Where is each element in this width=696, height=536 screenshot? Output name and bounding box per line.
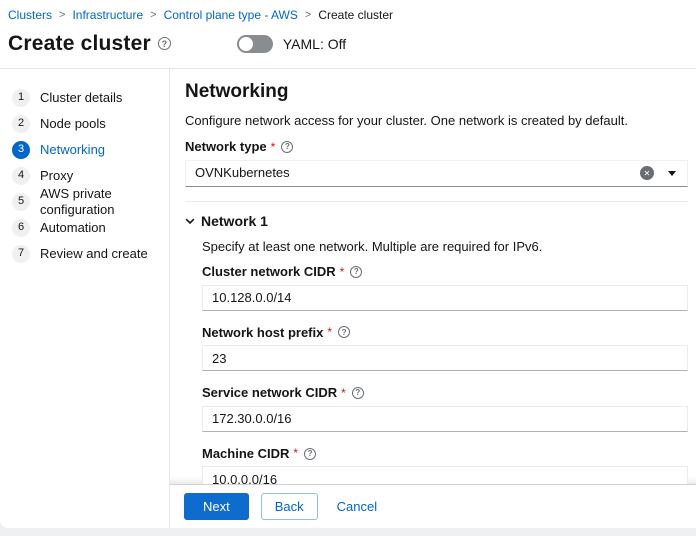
step-label: Networking — [40, 141, 106, 157]
required-marker: * — [327, 325, 333, 340]
breadcrumb-separator: > — [59, 8, 66, 21]
create-cluster-wizard: Clusters > Infrastructure > Control plan… — [0, 0, 696, 528]
wizard-step-node-pools[interactable]: 2 Node pools — [0, 111, 169, 137]
breadcrumb-link-control-plane-type[interactable]: Control plane type - AWS — [164, 8, 298, 22]
wizard-step-automation[interactable]: 6 Automation — [0, 215, 169, 241]
network-type-help-icon[interactable]: ? — [281, 140, 294, 153]
page-background-strip — [0, 528, 696, 536]
cluster-network-cidr-input[interactable] — [202, 284, 688, 311]
service-network-cidr-group: Service network CIDR * ? — [202, 385, 688, 432]
network-1-hint: Specify at least one network. Multiple a… — [202, 239, 543, 255]
service-network-cidr-help-icon[interactable]: ? — [351, 386, 364, 399]
network-host-prefix-input[interactable] — [202, 345, 688, 372]
network-host-prefix-group: Network host prefix * ? — [202, 325, 688, 372]
yaml-toggle-label: YAML: Off — [282, 35, 347, 52]
breadcrumb-link-infrastructure[interactable]: Infrastructure — [72, 8, 143, 22]
cluster-network-cidr-help-icon[interactable]: ? — [350, 265, 363, 278]
wizard-footer: Next Back Cancel — [170, 484, 696, 528]
step-number: 4 — [12, 166, 30, 185]
step-label: Node pools — [40, 115, 106, 131]
network-1-expand-toggle[interactable]: Network 1 — [185, 213, 688, 230]
step-label: Cluster details — [40, 89, 123, 105]
network-1-title: Network 1 — [201, 212, 268, 229]
page-title-help-icon[interactable]: ? — [157, 37, 171, 51]
step-label: Proxy — [40, 167, 74, 183]
required-marker: * — [270, 139, 276, 154]
breadcrumb-separator: > — [304, 8, 312, 21]
wizard-step-review-and-create[interactable]: 7 Review and create — [0, 241, 169, 267]
service-network-cidr-input[interactable] — [202, 405, 688, 432]
step-number: 3 — [12, 140, 30, 159]
step-label: Automation — [40, 219, 106, 235]
page-title: Create cluster — [8, 32, 151, 56]
machine-cidr-input[interactable] — [202, 466, 688, 484]
breadcrumb-separator: > — [150, 8, 157, 21]
step-number: 1 — [12, 88, 30, 107]
chevron-down-icon[interactable] — [668, 170, 676, 176]
clear-selection-icon[interactable]: ✕ — [640, 166, 654, 181]
required-marker: * — [341, 385, 346, 400]
required-marker: * — [339, 264, 345, 279]
wizard-nav: 1 Cluster details 2 Node pools 3 Network… — [0, 68, 170, 528]
machine-cidr-help-icon[interactable]: ? — [304, 447, 317, 460]
machine-cidr-label: Machine CIDR — [202, 445, 290, 461]
step-label: AWS private configuration — [40, 185, 115, 217]
network-type-selected-value: OVNKubernetes — [195, 165, 290, 181]
network-1-section: Network 1 Specify at least one network. … — [185, 200, 688, 484]
breadcrumb: Clusters > Infrastructure > Control plan… — [0, 0, 696, 22]
chevron-down-icon — [185, 216, 195, 226]
wizard-step-aws-private-configuration[interactable]: 5 AWS private configuration — [0, 185, 169, 217]
breadcrumb-current-create-cluster: Create cluster — [318, 8, 394, 22]
step-number: 6 — [12, 218, 30, 237]
wizard-step-proxy[interactable]: 4 Proxy — [0, 163, 169, 189]
machine-cidr-group: Machine CIDR * ? — [202, 446, 688, 484]
step-number: 2 — [12, 114, 30, 133]
next-button[interactable]: Next — [184, 493, 249, 520]
networking-heading: Networking — [185, 80, 289, 102]
step-label: Review and create — [40, 245, 148, 261]
yaml-toggle-knob — [238, 36, 253, 51]
network-host-prefix-label: Network host prefix — [202, 324, 324, 340]
wizard-step-networking[interactable]: 3 Networking — [0, 137, 169, 163]
cluster-network-cidr-group: Cluster network CIDR * ? — [202, 264, 688, 311]
service-network-cidr-label: Service network CIDR — [202, 385, 338, 401]
cluster-network-cidr-label: Cluster network CIDR — [202, 263, 336, 279]
yaml-toggle[interactable] — [236, 34, 273, 53]
network-type-select[interactable]: OVNKubernetes ✕ — [185, 159, 688, 187]
wizard-step-cluster-details[interactable]: 1 Cluster details — [0, 85, 169, 111]
breadcrumb-link-clusters[interactable]: Clusters — [8, 8, 52, 22]
step-number: 5 — [12, 192, 30, 211]
network-type-group: Network type * ? OVNKubernetes ✕ — [185, 139, 688, 187]
page-header: Create cluster ? YAML: Off — [0, 22, 696, 67]
required-marker: * — [293, 446, 299, 461]
wizard-step-content: Networking Configure network access for … — [170, 69, 696, 484]
network-type-label: Network type — [185, 138, 267, 154]
networking-description: Configure network access for your cluste… — [185, 113, 628, 129]
step-number: 7 — [12, 244, 30, 263]
back-button[interactable]: Back — [260, 493, 318, 520]
cancel-button[interactable]: Cancel — [335, 494, 379, 519]
network-host-prefix-help-icon[interactable]: ? — [338, 326, 351, 339]
